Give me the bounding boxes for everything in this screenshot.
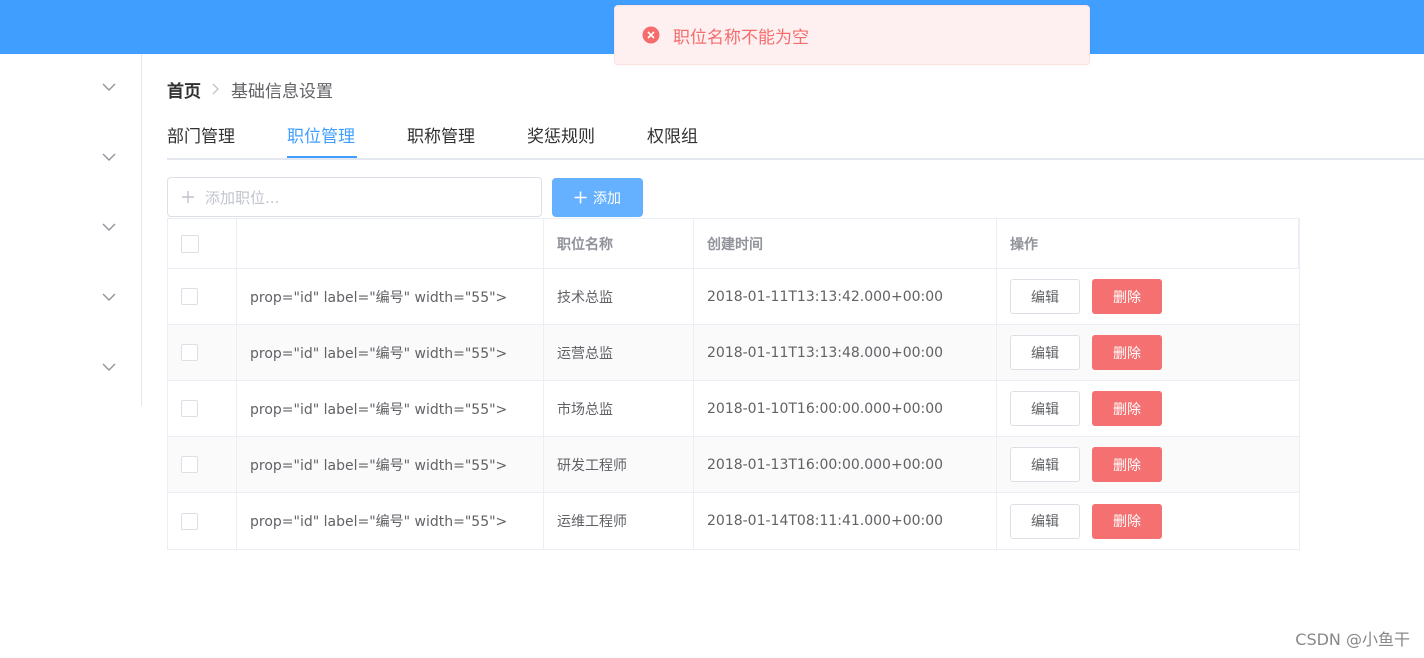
chevron-down-icon [102,153,116,161]
plus-icon [182,191,194,203]
table-row: prop="id" label="编号" width="55"> 运维工程师 2… [168,493,1299,549]
row-created-cell: 2018-01-10T16:00:00.000+00:00 [694,381,997,436]
row-actions-cell: 编辑 删除 [997,437,1300,492]
sidebar-menu-group-5[interactable] [0,334,141,404]
add-button-label: 添加 [593,190,621,207]
row-actions-cell: 编辑 删除 [997,269,1300,324]
tab-title[interactable]: 职称管理 [407,122,475,147]
row-id-cell: prop="id" label="编号" width="55"> [237,381,544,436]
delete-button[interactable]: 删除 [1092,503,1162,539]
row-name-cell: 运营总监 [544,325,694,380]
edit-button[interactable]: 编辑 [1010,391,1080,426]
row-id-cell: prop="id" label="编号" width="55"> [237,437,544,492]
header-created-cell: 创建时间 [694,219,997,268]
edit-button[interactable]: 编辑 [1010,447,1080,482]
row-name-cell: 技术总监 [544,269,694,324]
row-select-cell [168,381,237,436]
chevron-down-icon [102,83,116,91]
header-actions-cell: 操作 [997,219,1299,268]
error-toast: 职位名称不能为空 [614,5,1090,65]
tab-bar: 部门管理 职位管理 职称管理 奖惩规则 权限组 [167,114,1424,160]
close-circle-icon [642,26,660,44]
sidebar-menu-group-1[interactable] [0,54,141,124]
table-row: prop="id" label="编号" width="55"> 运营总监 20… [168,325,1299,381]
row-checkbox[interactable] [180,400,198,417]
header-name-cell: 职位名称 [544,219,694,268]
row-select-cell [168,269,237,324]
tab-reward-rules[interactable]: 奖惩规则 [527,122,595,147]
tab-department[interactable]: 部门管理 [167,122,235,147]
chevron-down-icon [102,293,116,301]
sidebar-menu-group-3[interactable] [0,194,141,264]
delete-button[interactable]: 删除 [1092,335,1162,370]
table-row: prop="id" label="编号" width="55"> 技术总监 20… [168,269,1299,325]
row-select-cell [168,325,237,380]
sidebar-menu [0,54,142,406]
add-position-input[interactable]: 添加职位... [167,177,542,217]
row-name-cell: 运维工程师 [544,493,694,549]
plus-icon [574,191,587,204]
tab-position[interactable]: 职位管理 [287,122,355,147]
row-id-cell: prop="id" label="编号" width="55"> [237,269,544,324]
table-header-row: 职位名称 创建时间 操作 [168,219,1299,269]
row-name-cell: 市场总监 [544,381,694,436]
edit-button[interactable]: 编辑 [1010,279,1080,314]
row-created-cell: 2018-01-11T13:13:48.000+00:00 [694,325,997,380]
row-created-cell: 2018-01-11T13:13:42.000+00:00 [694,269,997,324]
row-select-cell [168,493,237,549]
sidebar-menu-group-2[interactable] [0,124,141,194]
add-position-button[interactable]: 添加 [552,178,643,217]
row-checkbox[interactable] [180,512,198,530]
delete-button[interactable]: 删除 [1092,447,1162,482]
row-checkbox[interactable] [180,456,198,473]
watermark: CSDN @小鱼干 [1295,630,1410,649]
header-id-cell [237,219,544,268]
table-row: prop="id" label="编号" width="55"> 研发工程师 2… [168,437,1299,493]
row-created-cell: 2018-01-13T16:00:00.000+00:00 [694,437,997,492]
active-tab-indicator [287,156,357,158]
row-created-cell: 2018-01-14T08:11:41.000+00:00 [694,493,997,549]
table-row: prop="id" label="编号" width="55"> 市场总监 20… [168,381,1299,437]
edit-button[interactable]: 编辑 [1010,335,1080,370]
breadcrumb: 首页 基础信息设置 [167,77,333,102]
error-toast-message: 职位名称不能为空 [673,27,809,48]
select-all-checkbox[interactable] [180,234,199,253]
row-actions-cell: 编辑 删除 [997,325,1300,380]
row-id-cell: prop="id" label="编号" width="55"> [237,325,544,380]
edit-button[interactable]: 编辑 [1010,503,1080,539]
breadcrumb-home-link[interactable]: 首页 [167,77,201,102]
delete-button[interactable]: 删除 [1092,279,1162,314]
delete-button[interactable]: 删除 [1092,391,1162,426]
row-actions-cell: 编辑 删除 [997,493,1300,549]
breadcrumb-current: 基础信息设置 [231,81,333,102]
row-name-cell: 研发工程师 [544,437,694,492]
chevron-right-icon [212,83,220,95]
row-checkbox[interactable] [180,288,198,305]
position-table: 职位名称 创建时间 操作 prop="id" label="编号" width=… [167,218,1300,550]
chevron-down-icon [102,363,116,371]
row-select-cell [168,437,237,492]
sidebar-menu-group-4[interactable] [0,264,141,334]
row-actions-cell: 编辑 删除 [997,381,1300,436]
add-position-placeholder: 添加职位... [205,188,280,207]
row-id-cell: prop="id" label="编号" width="55"> [237,493,544,549]
row-checkbox[interactable] [180,344,198,361]
chevron-down-icon [102,223,116,231]
tab-permission-group[interactable]: 权限组 [647,122,698,147]
header-select-cell [168,219,237,268]
